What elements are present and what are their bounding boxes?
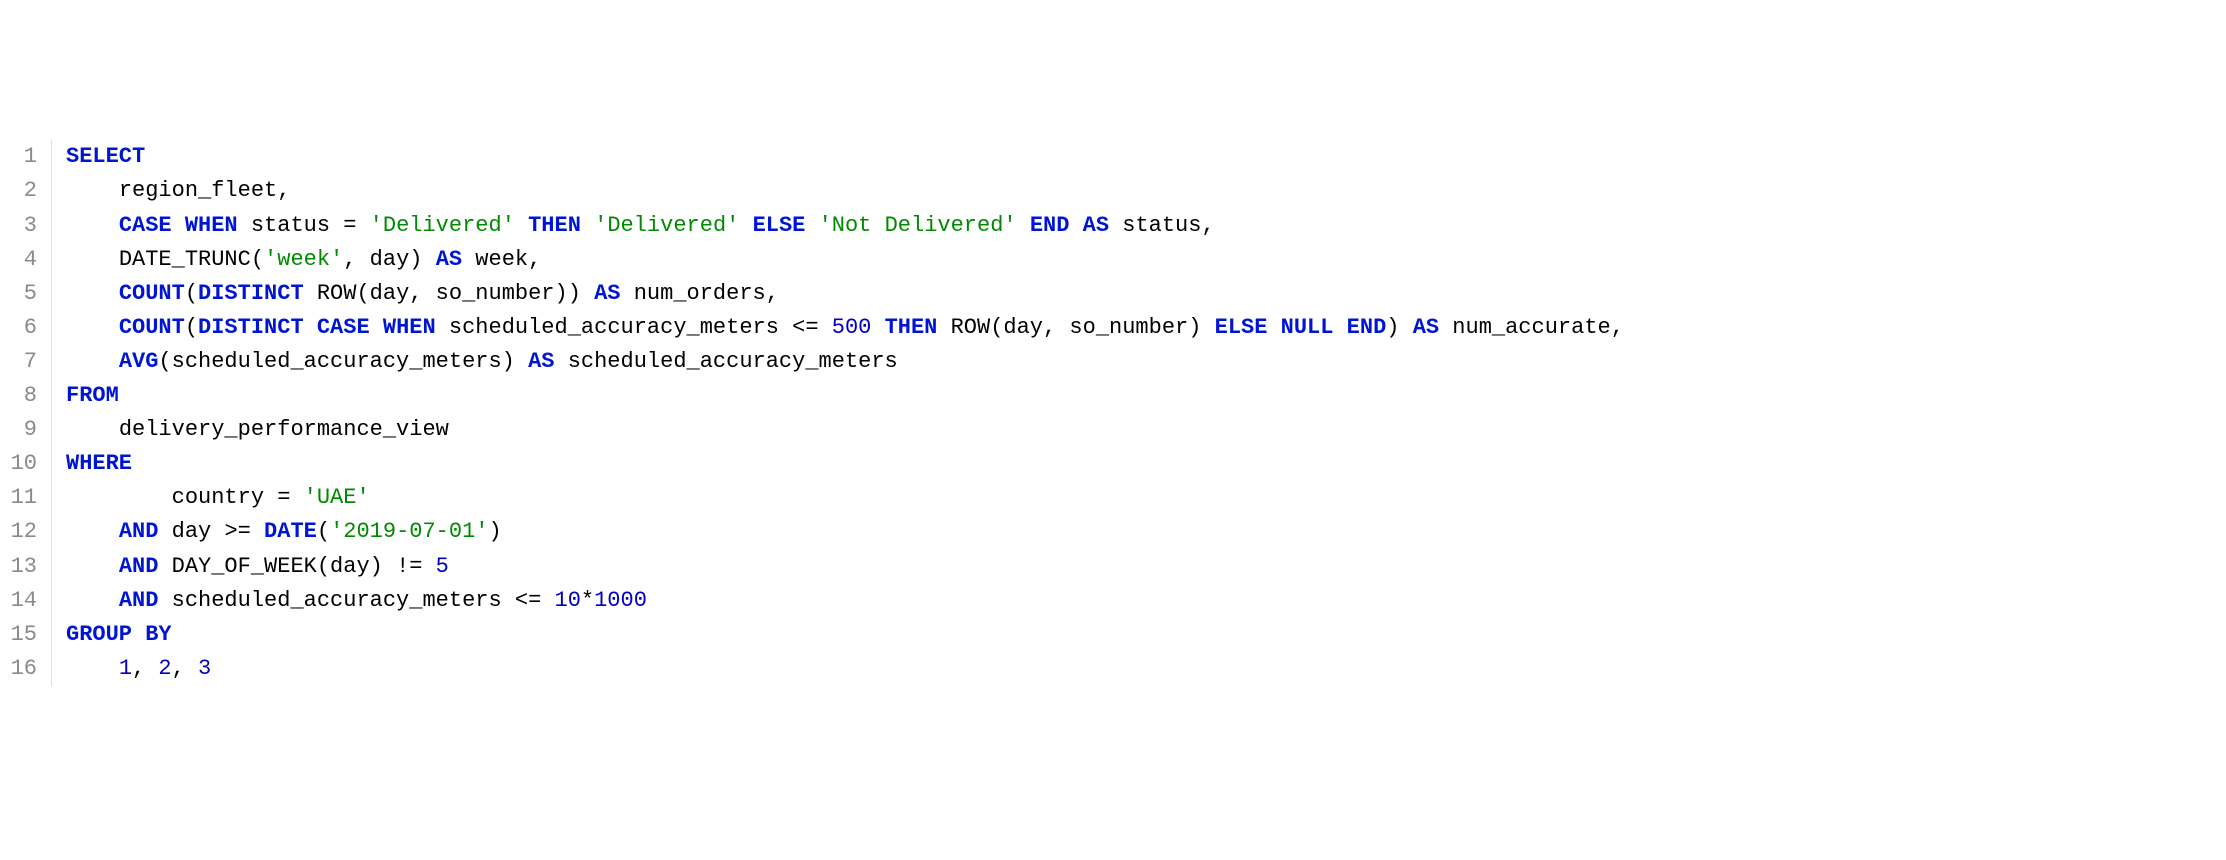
code-content: COUNT(DISTINCT ROW(day, so_number)) AS n… [52,277,779,311]
line-number: 12 [0,515,52,549]
code-content: AND scheduled_accuracy_meters <= 10*1000 [52,584,647,618]
line-number: 13 [0,550,52,584]
line-number: 3 [0,209,52,243]
line-number: 2 [0,174,52,208]
code-content: FROM [52,379,119,413]
line-number: 7 [0,345,52,379]
line-number: 15 [0,618,52,652]
code-content: AND DAY_OF_WEEK(day) != 5 [52,550,449,584]
code-line: 16 1, 2, 3 [0,652,2226,686]
code-line: 9 delivery_performance_view [0,413,2226,447]
line-number: 10 [0,447,52,481]
line-number: 16 [0,652,52,686]
code-line: 10WHERE [0,447,2226,481]
code-line: 3 CASE WHEN status = 'Delivered' THEN 'D… [0,209,2226,243]
code-content: COUNT(DISTINCT CASE WHEN scheduled_accur… [52,311,1624,345]
code-line: 12 AND day >= DATE('2019-07-01') [0,515,2226,549]
code-line: 7 AVG(scheduled_accuracy_meters) AS sche… [0,345,2226,379]
code-line: 6 COUNT(DISTINCT CASE WHEN scheduled_acc… [0,311,2226,345]
code-content: DATE_TRUNC('week', day) AS week, [52,243,541,277]
code-content: 1, 2, 3 [52,652,211,686]
code-content: GROUP BY [52,618,172,652]
code-line: 14 AND scheduled_accuracy_meters <= 10*1… [0,584,2226,618]
code-content: country = 'UAE' [52,481,370,515]
code-content: SELECT [52,140,145,174]
code-line: 13 AND DAY_OF_WEEK(day) != 5 [0,550,2226,584]
code-content: CASE WHEN status = 'Delivered' THEN 'Del… [52,209,1215,243]
line-number: 4 [0,243,52,277]
code-line: 15GROUP BY [0,618,2226,652]
line-number: 8 [0,379,52,413]
line-number: 6 [0,311,52,345]
code-content: delivery_performance_view [52,413,449,447]
line-number: 11 [0,481,52,515]
code-line: 2 region_fleet, [0,174,2226,208]
code-line: 8FROM [0,379,2226,413]
code-line: 11 country = 'UAE' [0,481,2226,515]
code-content: region_fleet, [52,174,290,208]
line-number: 14 [0,584,52,618]
code-line: 1SELECT [0,140,2226,174]
line-number: 1 [0,140,52,174]
line-number: 5 [0,277,52,311]
code-line: 5 COUNT(DISTINCT ROW(day, so_number)) AS… [0,277,2226,311]
line-number: 9 [0,413,52,447]
sql-code-block: 1SELECT2 region_fleet,3 CASE WHEN status… [0,140,2226,686]
code-content: AVG(scheduled_accuracy_meters) AS schedu… [52,345,898,379]
code-line: 4 DATE_TRUNC('week', day) AS week, [0,243,2226,277]
code-content: WHERE [52,447,132,481]
code-content: AND day >= DATE('2019-07-01') [52,515,502,549]
